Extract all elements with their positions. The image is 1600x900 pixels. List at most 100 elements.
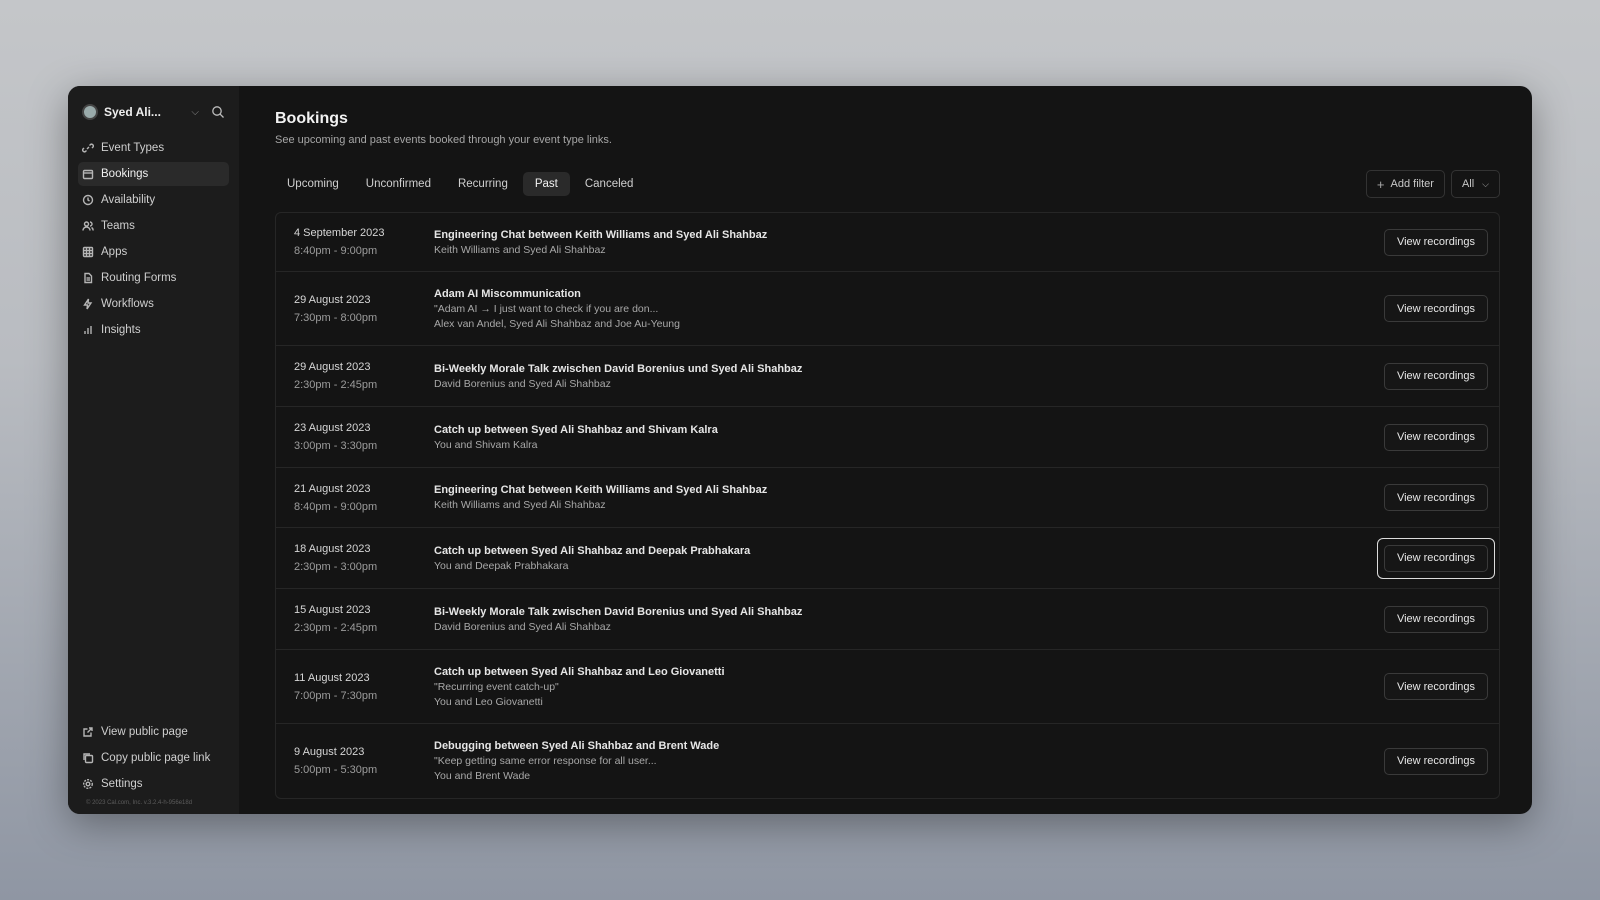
event-attendees: You and Shivam Kalra <box>434 438 538 451</box>
nav-item-label: Apps <box>101 246 128 258</box>
view-recordings-button[interactable]: View recordings <box>1383 605 1488 633</box>
sidebar-item-insights[interactable]: Insights <box>78 318 229 342</box>
nav-item-label: Copy public page link <box>101 752 211 764</box>
booking-date: 29 August 2023 <box>294 293 371 306</box>
booking-time: 8:40pm - 9:00pm <box>294 245 378 257</box>
booking-row: 4 September 2023 8:40pm - 9:00pm Engineeri… <box>276 213 1499 272</box>
view-recordings-button[interactable]: View recordings <box>1383 673 1488 700</box>
sidebar-item-teams[interactable]: Teams <box>78 214 229 238</box>
gear-icon <box>82 778 94 790</box>
tab-past[interactable]: Past <box>522 172 570 196</box>
view-recordings-button[interactable]: View recordings <box>1383 228 1488 256</box>
sidebar-item-apps[interactable]: Apps <box>78 240 229 264</box>
focus-ring: View recordings <box>1377 477 1495 518</box>
event-description: "Recurring event catch-up" <box>434 680 559 693</box>
nav-item-label: Workflows <box>101 298 154 310</box>
chevron-down-icon: ⌵ <box>1482 178 1489 189</box>
booking-info: Bi-Weekly Morale Talk zwischen David Bor… <box>434 606 1377 633</box>
booking-date: 21 August 2023 <box>294 482 371 495</box>
focus-ring: View recordings <box>1377 356 1495 397</box>
sidebar-nav: Event Types Bookings Availability Teams Apps… <box>68 136 239 342</box>
booking-datetime: 15 August 2023 2:30pm - 2:45pm <box>294 604 434 634</box>
view-recordings-button[interactable]: View recordings <box>1383 747 1488 775</box>
sidebar-item-workflows[interactable]: Workflows <box>78 292 229 316</box>
booking-datetime: 11 August 2023 7:00pm - 7:30pm <box>294 672 434 702</box>
booking-row: 18 August 2023 2:30pm - 3:00pm Catch up be… <box>276 528 1499 589</box>
bar-chart-icon <box>84 326 92 334</box>
booking-datetime: 18 August 2023 2:30pm - 3:00pm <box>294 543 434 573</box>
booking-time: 2:30pm - 2:45pm <box>294 622 378 634</box>
clock-icon <box>82 194 94 206</box>
view-recordings-button[interactable]: View recordings <box>1383 544 1488 572</box>
booking-row: 11 August 2023 7:00pm - 7:30pm Catch up be… <box>276 650 1499 724</box>
event-description: "Adam AI → I just want to check if you a… <box>434 302 659 315</box>
booking-datetime: 29 August 2023 7:30pm - 8:00pm <box>294 294 434 324</box>
booking-datetime: 9 August 2023 5:00pm - 5:30pm <box>294 746 434 776</box>
booking-date: 4 September 2023 <box>294 227 385 239</box>
tab-canceled[interactable]: Canceled <box>573 172 646 196</box>
event-attendees: David Borenius and Syed Ali Shahbaz <box>434 377 611 390</box>
zap-icon <box>83 298 93 310</box>
file-icon <box>84 272 93 284</box>
event-attendees: Keith Williams and Syed Ali Shahbaz <box>434 499 606 511</box>
focus-ring: View recordings <box>1377 666 1495 707</box>
sidebar-item-settings[interactable]: Settings <box>78 772 229 796</box>
event-title: Debugging between Syed Ali Shahbaz and B… <box>434 740 720 752</box>
event-title: Catch up between Syed Ali Shahbaz and Sh… <box>434 423 718 436</box>
add-filter-button[interactable]: + Add filter <box>1365 170 1445 198</box>
view-recordings-button[interactable]: View recordings <box>1383 295 1488 322</box>
sidebar-item-availability[interactable]: Availability <box>78 188 229 212</box>
tab-unconfirmed[interactable]: Unconfirmed <box>354 172 443 196</box>
booking-info: Adam AI Miscommunication "Adam AI → I jus… <box>434 288 1377 330</box>
sidebar-item-event-types[interactable]: Event Types <box>78 136 229 160</box>
booking-row: 9 August 2023 5:00pm - 5:30pm Debugging be… <box>276 724 1499 798</box>
all-filter-label: All <box>1461 178 1475 190</box>
booking-row: 21 August 2023 8:40pm - 9:00pm Engineering… <box>276 468 1499 528</box>
profile-switcher[interactable]: Syed Ali... ⌵ <box>68 100 239 124</box>
booking-date: 11 August 2023 <box>294 671 370 684</box>
link-icon <box>82 143 94 153</box>
booking-info: Debugging between Syed Ali Shahbaz and B… <box>434 740 1377 782</box>
nav-item-label: Availability <box>101 194 156 206</box>
booking-row: 29 August 2023 2:30pm - 2:45pm Bi-Weekly M… <box>276 346 1499 407</box>
booking-time: 7:00pm - 7:30pm <box>294 689 378 702</box>
sidebar-item-bookings[interactable]: Bookings <box>78 162 229 186</box>
event-title: Engineering Chat between Keith Williams … <box>434 484 768 496</box>
booking-info: Catch up between Syed Ali Shahbaz and Sh… <box>434 424 1377 451</box>
nav-item-label: Settings <box>101 778 143 790</box>
event-title: Catch up between Syed Ali Shahbaz and De… <box>434 544 751 557</box>
page-title: Bookings <box>275 110 348 127</box>
users-icon <box>82 221 94 231</box>
focus-ring: View recordings <box>1377 288 1495 329</box>
booking-datetime: 4 September 2023 8:40pm - 9:00pm <box>294 227 434 257</box>
view-recordings-button[interactable]: View recordings <box>1383 484 1488 511</box>
booking-datetime: 29 August 2023 2:30pm - 2:45pm <box>294 361 434 391</box>
event-title: Bi-Weekly Morale Talk zwischen David Bor… <box>434 605 803 618</box>
tab-recurring[interactable]: Recurring <box>446 172 520 196</box>
external-link-icon <box>83 727 93 737</box>
booking-date: 15 August 2023 <box>294 604 371 616</box>
avatar <box>82 104 98 120</box>
view-recordings-button[interactable]: View recordings <box>1383 362 1488 390</box>
grid-icon <box>82 246 94 258</box>
focus-ring: View recordings <box>1377 417 1495 458</box>
all-filter-select[interactable]: All ⌵ <box>1450 170 1500 198</box>
nav-item-label: Teams <box>101 220 135 232</box>
sidebar-item-copy-public-page-link[interactable]: Copy public page link <box>78 746 229 770</box>
event-title: Catch up between Syed Ali Shahbaz and Le… <box>434 665 725 678</box>
booking-date: 18 August 2023 <box>294 543 371 555</box>
event-attendees: You and Leo Giovanetti <box>434 695 543 708</box>
booking-info: Catch up between Syed Ali Shahbaz and Le… <box>434 666 1377 708</box>
sidebar-item-view-public-page[interactable]: View public page <box>78 720 229 744</box>
search-icon[interactable] <box>211 105 225 119</box>
plus-icon: + <box>1376 176 1385 192</box>
event-title: Engineering Chat between Keith Williams … <box>434 228 768 241</box>
booking-row: 29 August 2023 7:30pm - 8:00pm Adam AI Mis… <box>276 272 1499 346</box>
event-description: "Keep getting same error response for al… <box>434 755 657 767</box>
sidebar-item-routing-forms[interactable]: Routing Forms <box>78 266 229 290</box>
tab-upcoming[interactable]: Upcoming <box>275 172 351 196</box>
main-content: Bookings See upcoming and past events bo… <box>239 86 1532 814</box>
booking-time: 3:00pm - 3:30pm <box>294 440 378 452</box>
nav-item-label: View public page <box>101 726 188 738</box>
view-recordings-button[interactable]: View recordings <box>1383 423 1488 451</box>
